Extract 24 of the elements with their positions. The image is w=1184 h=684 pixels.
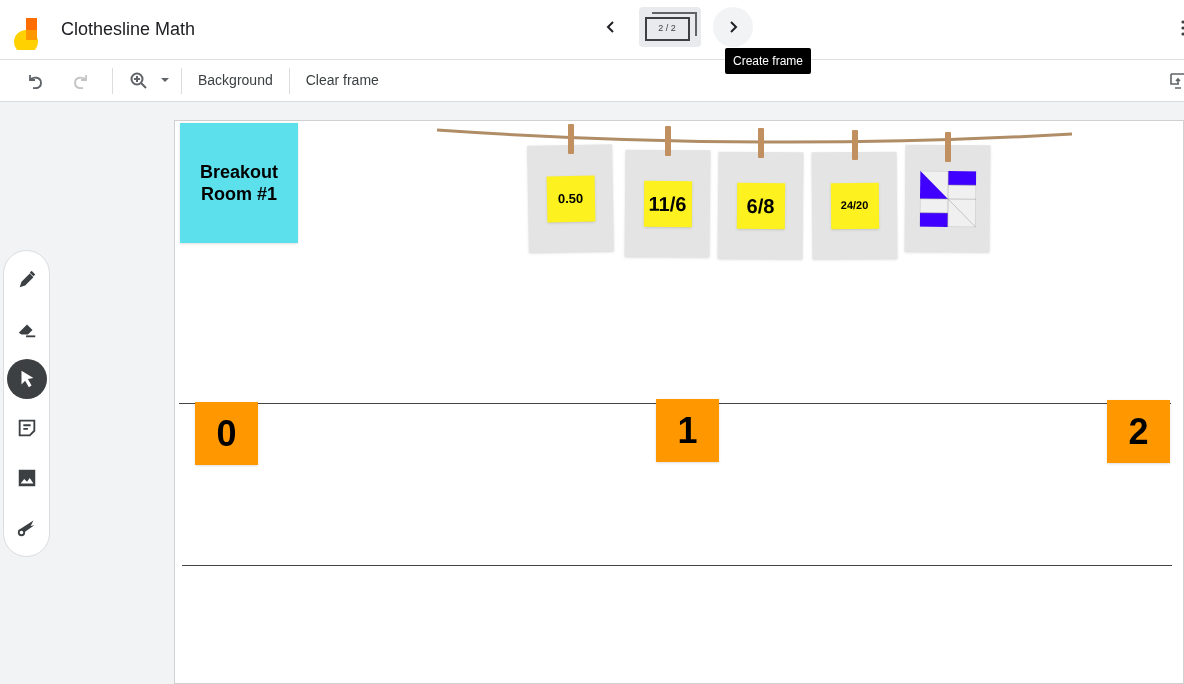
clothespin-icon [568, 124, 574, 154]
clothespin-icon [758, 128, 764, 158]
number-note: 1 [656, 399, 719, 462]
breakout-note: Breakout Room #1 [180, 123, 298, 243]
board-title: Clothesline Math [61, 18, 196, 41]
frame-counter-button[interactable]: 2 / 2 [639, 7, 701, 47]
fraction-grid-drawing [919, 170, 976, 227]
sticky-note: 11/6 [643, 180, 692, 227]
clear-frame-button[interactable]: Clear frame [289, 65, 395, 96]
share-screen-icon[interactable] [1170, 72, 1184, 90]
number-note: 2 [1107, 400, 1170, 463]
clothespin-icon [945, 132, 951, 162]
zoom-in-icon [129, 70, 149, 91]
sticky-note: 6/8 [736, 182, 785, 229]
background-button[interactable]: Background [182, 65, 289, 96]
clothespin-icon [852, 130, 858, 160]
select-tool-button[interactable] [6, 358, 47, 399]
tooltip: Create frame [725, 48, 812, 74]
number-note: 0 [195, 402, 258, 465]
sticky-note: 0.50 [546, 175, 595, 222]
sticky-note: 24/20 [830, 182, 879, 229]
more-icon[interactable] [1181, 20, 1184, 36]
clothespin-icon [665, 126, 671, 156]
dropdown-icon [161, 78, 169, 83]
